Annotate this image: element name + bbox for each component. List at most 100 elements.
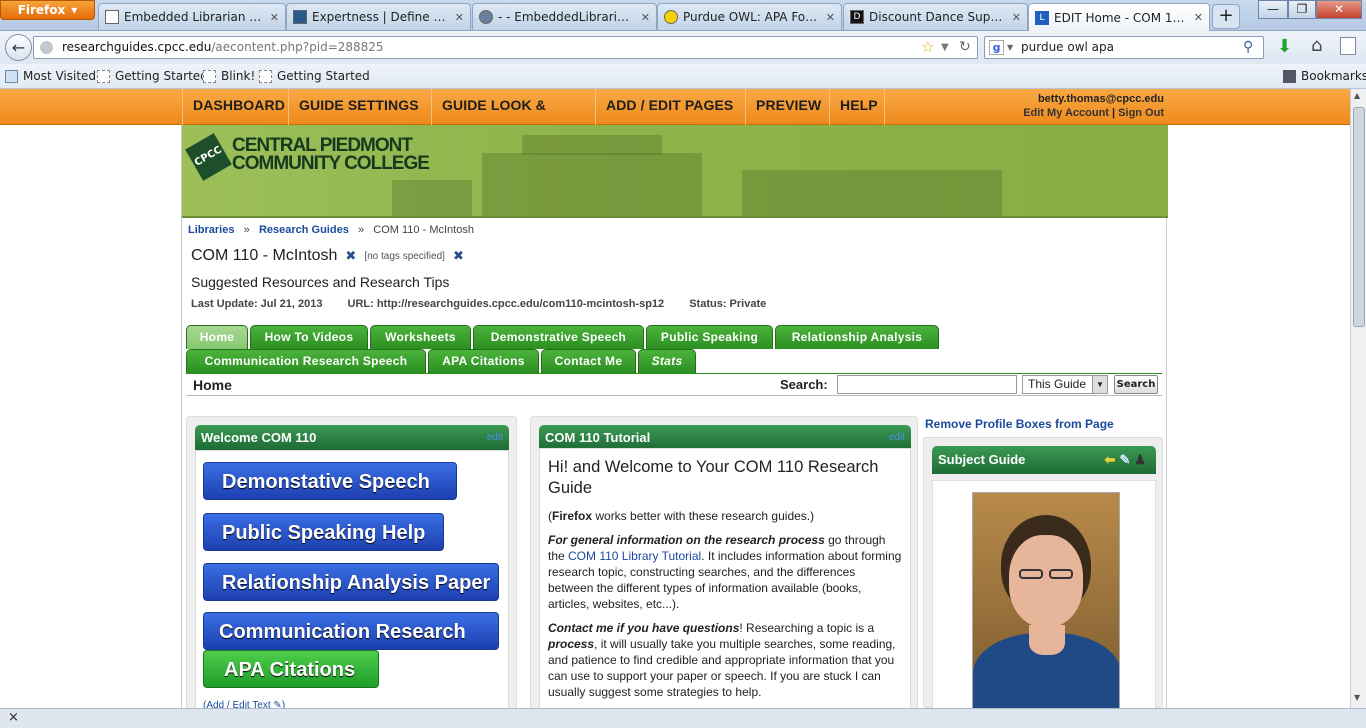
search-button[interactable]: Search	[1114, 375, 1158, 394]
bookmark-getting-started-2[interactable]: Getting Started	[259, 69, 370, 83]
new-tab-button[interactable]: +	[1212, 4, 1240, 29]
edit-tools-icon[interactable]: ✖	[345, 248, 356, 264]
close-tab-icon[interactable]: ✕	[1012, 11, 1021, 24]
tab-home[interactable]: Home	[186, 325, 248, 349]
building-image	[482, 153, 702, 216]
history-dropdown-icon[interactable]: ▼	[941, 37, 949, 58]
site-icon	[293, 10, 307, 24]
menu-help[interactable]: HELP	[829, 89, 885, 125]
tab-contact-me[interactable]: Contact Me	[541, 349, 636, 373]
add-edit-text-link[interactable]: (Add / Edit Text ✎)	[203, 700, 285, 708]
menu-guide-look-feel[interactable]: GUIDE LOOK & FEEL ▾	[431, 89, 595, 146]
browser-tab[interactable]: Expertness | Define Expert... ✕	[286, 3, 471, 30]
close-tab-icon[interactable]: ✕	[270, 11, 279, 24]
scroll-up-icon[interactable]: ▲	[1354, 91, 1360, 100]
tab-stats[interactable]: Stats	[638, 349, 696, 373]
tab-relationship-analysis[interactable]: Relationship Analysis	[775, 325, 939, 349]
scrollbar-thumb[interactable]	[1353, 107, 1365, 327]
edit-tags-icon[interactable]: ✖	[453, 248, 464, 264]
sign-out-link[interactable]: Sign Out	[1118, 107, 1164, 119]
libguides-icon: L	[1035, 10, 1049, 25]
home-icon[interactable]: ⌂	[1311, 35, 1322, 56]
library-tutorial-link[interactable]: COM 110 Library Tutorial	[568, 549, 701, 563]
reload-icon[interactable]: ↻	[959, 37, 971, 58]
browser-tab-strip: Firefox ▾ Embedded Librarian artic... ✕ Ex…	[0, 0, 1366, 31]
relationship-analysis-paper-button[interactable]: Relationship Analysis Paper	[203, 563, 499, 601]
guide-search-input[interactable]	[837, 375, 1017, 394]
subject-guide-header: Subject Guide ⬅✎♟	[932, 446, 1156, 474]
breadcrumb-research-guides[interactable]: Research Guides	[259, 224, 349, 236]
remove-profile-boxes-link[interactable]: Remove Profile Boxes from Page	[925, 417, 1114, 431]
menu-dashboard[interactable]: DASHBOARD	[182, 89, 288, 125]
menu-preview[interactable]: PREVIEW	[745, 89, 829, 125]
tab-title: Discount Dance Supply - ...	[869, 10, 1007, 24]
close-tab-icon[interactable]: ✕	[641, 11, 650, 24]
arrow-left-icon[interactable]: ⬅	[1105, 452, 1120, 467]
engine-dropdown-icon[interactable]: ▼	[1007, 37, 1013, 58]
communication-research-speech-button[interactable]: Communication Research Speech	[203, 612, 499, 681]
close-tab-icon[interactable]: ✕	[1194, 11, 1203, 24]
page-icon	[203, 69, 216, 83]
college-logo-text[interactable]: CENTRAL PIEDMONT COMMUNITY COLLEGE	[232, 136, 430, 173]
bookmark-most-visited[interactable]: Most Visited	[5, 69, 96, 83]
bookmark-star-icon[interactable]: ☆	[921, 37, 934, 58]
tab-communication-research-speech[interactable]: Communication Research Speech	[186, 349, 426, 373]
close-tab-icon[interactable]: ✕	[455, 11, 464, 24]
bookmarks-toolbar: Most Visited Getting Started Blink! Gett…	[0, 64, 1366, 89]
pencil-icon[interactable]: ✎	[1119, 452, 1134, 467]
close-addon-bar-icon[interactable]: ×	[8, 710, 19, 725]
extension-icon[interactable]	[1340, 37, 1356, 55]
tutorial-edit-link[interactable]: edit	[889, 425, 905, 450]
search-scope-select[interactable]: This Guide ▼	[1022, 375, 1108, 394]
firefox-menu-button[interactable]: Firefox ▾	[0, 0, 95, 20]
navigation-toolbar: ← researchguides.cpcc.edu/aecontent.php?…	[0, 31, 1366, 64]
middle-column: COM 110 Tutorial edit Hi! and Welcome to …	[530, 416, 918, 708]
college-logo-mark: CPCC	[185, 133, 232, 181]
admin-toolbar: DASHBOARD GUIDE SETTINGS ▾ GUIDE LOOK & …	[0, 89, 1350, 146]
bookmarks-menu[interactable]: Bookmarks	[1283, 69, 1366, 83]
public-speaking-help-button[interactable]: Public Speaking Help	[203, 513, 444, 551]
breadcrumb-libraries[interactable]: Libraries	[188, 224, 234, 236]
back-button[interactable]: ←	[5, 34, 32, 61]
search-box[interactable]: g ▼ purdue owl apa ⚲	[984, 36, 1264, 59]
search-scope-value: This Guide	[1028, 377, 1087, 391]
edit-account-link[interactable]: Edit My Account	[1023, 107, 1109, 119]
restore-button[interactable]: ❐	[1288, 0, 1316, 19]
tab-worksheets[interactable]: Worksheets	[370, 325, 471, 349]
welcome-edit-link[interactable]: edit	[487, 425, 503, 450]
close-tab-icon[interactable]: ✕	[826, 11, 835, 24]
tab-public-speaking[interactable]: Public Speaking	[646, 325, 773, 349]
tab-demonstrative-speech[interactable]: Demonstrative Speech	[473, 325, 644, 349]
user-icon[interactable]: ♟	[1134, 452, 1150, 467]
scroll-down-icon[interactable]: ▼	[1354, 693, 1360, 702]
browser-tab-active[interactable]: L EDIT Home - COM 110 - ... ✕	[1028, 3, 1210, 31]
bookmark-blink[interactable]: Blink!	[203, 69, 255, 83]
demonstrative-speech-button[interactable]: Demonstative Speech	[203, 462, 457, 500]
menu-add-edit-pages[interactable]: ADD / EDIT PAGES ▾	[595, 89, 745, 146]
building-roof	[522, 135, 662, 155]
search-icon[interactable]: ⚲	[1243, 37, 1253, 58]
browser-tab[interactable]: - - EmbeddedLibrariansh... ✕	[472, 3, 657, 30]
tab-how-to-videos[interactable]: How To Videos	[250, 325, 368, 349]
menu-guide-settings[interactable]: GUIDE SETTINGS ▾	[288, 89, 431, 146]
download-icon[interactable]: ⬇	[1277, 36, 1292, 57]
user-email: betty.thomas@cpcc.edu	[1037, 93, 1164, 105]
browser-tab[interactable]: Embedded Librarian artic... ✕	[98, 3, 286, 30]
firefox-note: (Firefox works better with these researc…	[548, 508, 902, 524]
college-banner: CPCC CENTRAL PIEDMONT COMMUNITY COLLEGE	[182, 125, 1168, 218]
chevron-down-icon: ▾	[71, 3, 78, 17]
page-scrollbar[interactable]: ▲ ▼	[1350, 89, 1366, 708]
search-label: Search:	[780, 377, 828, 392]
bookmark-getting-started[interactable]: Getting Started	[97, 69, 208, 83]
browser-tab[interactable]: Purdue OWL: APA Forma... ✕	[657, 3, 842, 30]
minimize-button[interactable]: —	[1258, 0, 1288, 19]
tab-apa-citations[interactable]: APA Citations	[428, 349, 539, 373]
browser-tab[interactable]: D Discount Dance Supply - ... ✕	[843, 3, 1028, 30]
breadcrumb: Libraries » Research Guides » COM 110 - …	[188, 224, 474, 236]
url-bar[interactable]: researchguides.cpcc.edu/aecontent.php?pi…	[33, 36, 978, 59]
firefox-menu-label: Firefox	[17, 3, 66, 17]
close-window-button[interactable]: ✕	[1316, 0, 1362, 19]
guide-title: COM 110 - McIntosh	[191, 247, 338, 264]
apa-citations-button[interactable]: APA Citations	[203, 650, 379, 688]
guide-url: URL: http://researchguides.cpcc.edu/com1…	[347, 298, 665, 310]
